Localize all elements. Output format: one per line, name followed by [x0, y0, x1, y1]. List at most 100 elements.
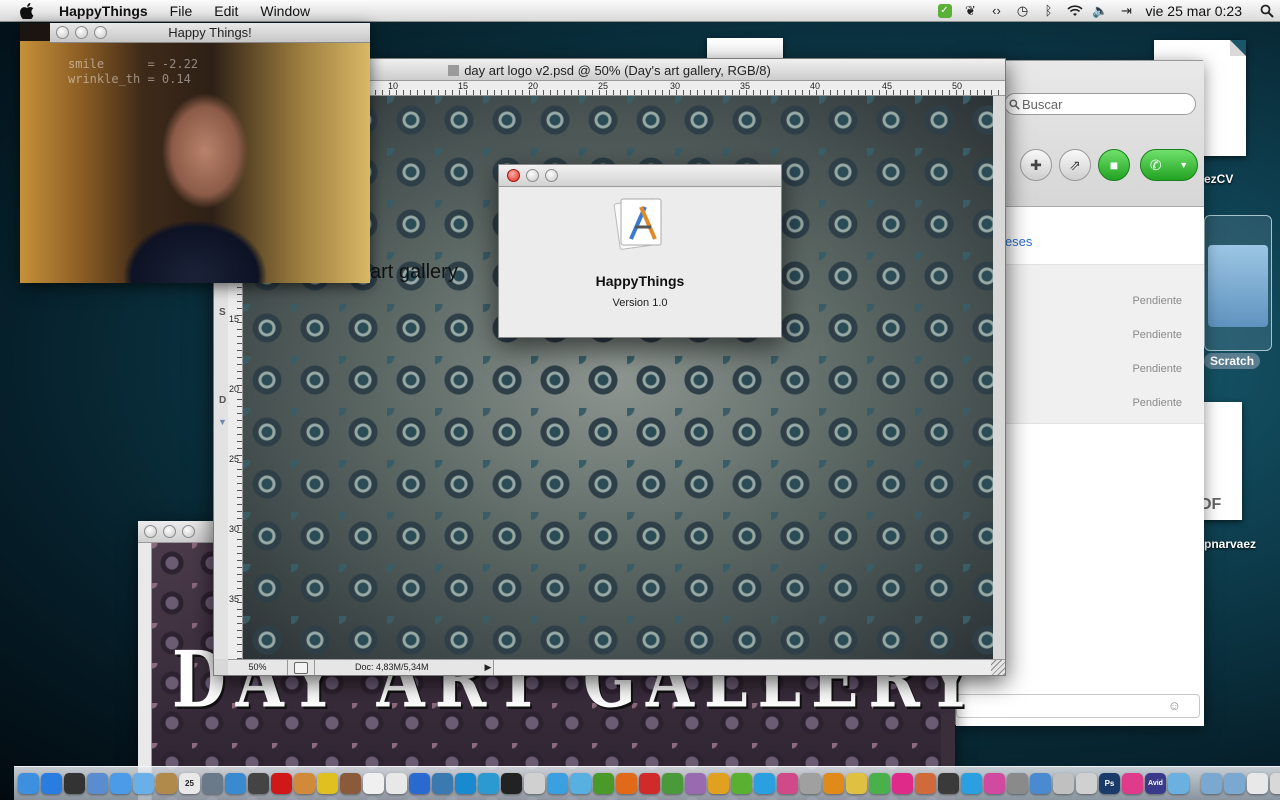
- zoom-level-field[interactable]: 50%: [228, 660, 288, 675]
- menu-clock[interactable]: vie 25 mar 0:23: [1140, 3, 1255, 19]
- message-input[interactable]: ☺: [956, 694, 1200, 718]
- adium-icon[interactable]: [317, 773, 338, 794]
- about-titlebar[interactable]: [499, 165, 781, 187]
- call-button[interactable]: ✆ ▼: [1140, 149, 1198, 181]
- apple-menu-icon[interactable]: [18, 2, 36, 20]
- preferences-icon[interactable]: ❦: [960, 0, 982, 22]
- trash-icon[interactable]: [1270, 773, 1280, 794]
- spotlight-search-icon[interactable]: [1256, 0, 1278, 22]
- close-button[interactable]: [507, 169, 520, 182]
- zoom-button[interactable]: [182, 525, 195, 538]
- bluetooth-icon[interactable]: ᛒ: [1038, 0, 1060, 22]
- twitter-icon[interactable]: [570, 773, 591, 794]
- evernote-icon[interactable]: [869, 773, 890, 794]
- petals-icon[interactable]: [1122, 773, 1143, 794]
- menu-edit[interactable]: Edit: [203, 0, 249, 22]
- applications-folder-icon[interactable]: [1201, 773, 1222, 794]
- scripts-icon[interactable]: [386, 773, 407, 794]
- flickr-icon[interactable]: [777, 773, 798, 794]
- menu-app-name[interactable]: HappyThings: [48, 0, 159, 22]
- ruler-label: 25: [229, 454, 240, 464]
- input-source-icon[interactable]: ⇥: [1116, 0, 1138, 22]
- downloads-stack-icon[interactable]: [1247, 773, 1268, 794]
- xcode-icon[interactable]: [1030, 773, 1051, 794]
- ruler-label: 30: [670, 81, 681, 91]
- desktop-pdf-filename[interactable]: r pnarvaez: [1196, 537, 1256, 551]
- photoshop-icon[interactable]: Ps: [1099, 773, 1120, 794]
- photo-booth-icon[interactable]: [248, 773, 269, 794]
- instruments-icon[interactable]: [1053, 773, 1074, 794]
- desktop-cv-label[interactable]: ezCV: [1204, 172, 1233, 186]
- itunes-icon[interactable]: [225, 773, 246, 794]
- dropbox-icon[interactable]: [409, 773, 430, 794]
- giftbox-icon[interactable]: [915, 773, 936, 794]
- video-call-button[interactable]: ■: [1098, 149, 1130, 181]
- volume-icon[interactable]: 🔈: [1090, 0, 1112, 22]
- vienna-icon[interactable]: [685, 773, 706, 794]
- menu-window[interactable]: Window: [249, 0, 321, 22]
- chrome-icon[interactable]: [662, 773, 683, 794]
- document-size[interactable]: Doc: 4,83M/5,34M: [314, 660, 483, 675]
- itunes-3-icon[interactable]: [984, 773, 1005, 794]
- wifi-icon[interactable]: [1064, 0, 1086, 22]
- textedit-icon[interactable]: [363, 773, 384, 794]
- vlc-icon[interactable]: [823, 773, 844, 794]
- search-placeholder: Buscar: [1022, 96, 1063, 112]
- add-contact-button[interactable]: ✚: [1020, 149, 1052, 181]
- spotify-icon[interactable]: [731, 773, 752, 794]
- status-menu-arrow-icon[interactable]: ▶: [483, 662, 493, 673]
- ical-icon[interactable]: 25: [179, 773, 200, 794]
- minimize-button[interactable]: [526, 169, 539, 182]
- horizontal-scrollbar[interactable]: [493, 660, 991, 675]
- ichat-icon[interactable]: [133, 773, 154, 794]
- growl-icon[interactable]: [593, 773, 614, 794]
- sketch-icon[interactable]: [846, 773, 867, 794]
- finder-icon[interactable]: [18, 773, 39, 794]
- users-icon[interactable]: [1168, 773, 1189, 794]
- documents-folder-icon[interactable]: [1224, 773, 1245, 794]
- mail-icon[interactable]: [87, 773, 108, 794]
- skype-2-icon[interactable]: [961, 773, 982, 794]
- safari-icon[interactable]: [110, 773, 131, 794]
- skype-icon[interactable]: [754, 773, 775, 794]
- triangle-down-icon[interactable]: ▼: [218, 417, 227, 427]
- quicktime-icon[interactable]: [455, 773, 476, 794]
- pending-status: Pendiente: [1132, 329, 1182, 341]
- automator-icon[interactable]: [800, 773, 821, 794]
- firefox-icon[interactable]: [616, 773, 637, 794]
- opera-icon[interactable]: [271, 773, 292, 794]
- scratch-folder-icon[interactable]: [1208, 245, 1268, 327]
- camera-icon[interactable]: [501, 773, 522, 794]
- app-store-icon[interactable]: [41, 773, 62, 794]
- books-icon[interactable]: [340, 773, 361, 794]
- wave-icon[interactable]: [547, 773, 568, 794]
- google-chrome-icon[interactable]: [708, 773, 729, 794]
- zoom-button[interactable]: [545, 169, 558, 182]
- share-button[interactable]: ⇗: [1059, 149, 1091, 181]
- photos-icon[interactable]: [294, 773, 315, 794]
- mozy-icon[interactable]: [639, 773, 660, 794]
- network-icon[interactable]: ‹›: [986, 0, 1008, 22]
- close-button[interactable]: [144, 525, 157, 538]
- dashboard-icon[interactable]: [64, 773, 85, 794]
- itunes-2-icon[interactable]: [478, 773, 499, 794]
- menu-file[interactable]: File: [159, 0, 204, 22]
- minimize-button[interactable]: [163, 525, 176, 538]
- avid-icon[interactable]: Avid: [1145, 773, 1166, 794]
- scratch-folder-label[interactable]: Scratch: [1204, 353, 1261, 369]
- emoji-icon[interactable]: ☺: [1168, 698, 1181, 713]
- resize-grip[interactable]: [991, 660, 1005, 675]
- adobe-icon[interactable]: [938, 773, 959, 794]
- time-machine-icon[interactable]: ◷: [1012, 0, 1034, 22]
- contacts-search-input[interactable]: Buscar: [1004, 93, 1196, 115]
- webcam-titlebar[interactable]: Happy Things!: [50, 23, 370, 43]
- status-info-icon[interactable]: [294, 661, 308, 674]
- help-icon[interactable]: [1076, 773, 1097, 794]
- screenshot-icon[interactable]: [524, 773, 545, 794]
- system-preferences-icon[interactable]: [1007, 773, 1028, 794]
- evernote-icon[interactable]: ✓: [934, 0, 956, 22]
- colloquy-icon[interactable]: [432, 773, 453, 794]
- address-book-icon[interactable]: [156, 773, 177, 794]
- candy-icon[interactable]: [892, 773, 913, 794]
- preview-icon[interactable]: [202, 773, 223, 794]
